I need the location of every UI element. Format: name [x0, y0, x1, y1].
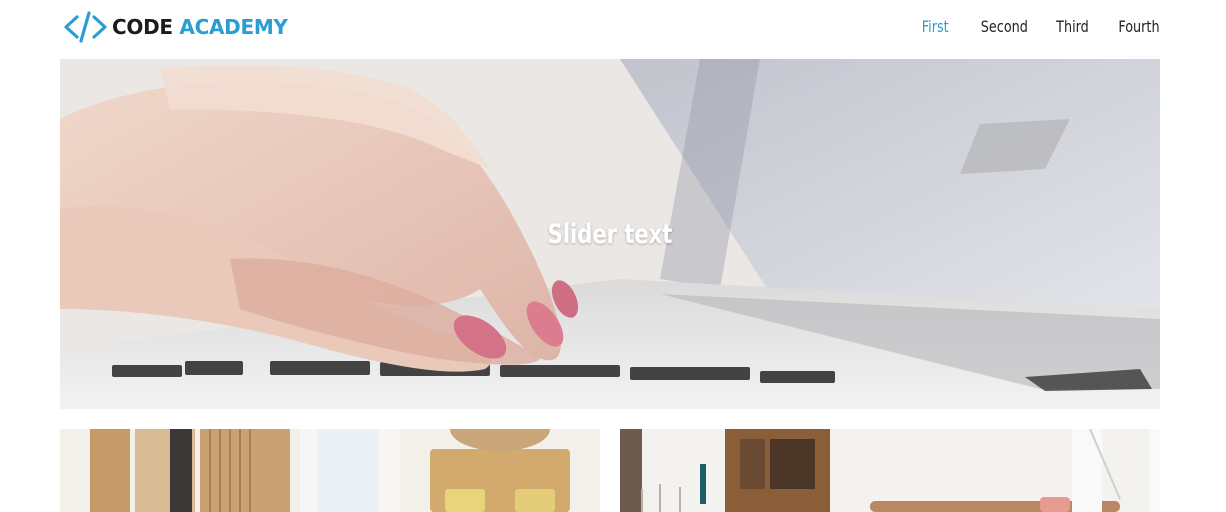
- nav-item-first[interactable]: First: [922, 16, 949, 38]
- main-nav: First Second Third Fourth: [915, 16, 1160, 38]
- living-room-image: [620, 429, 1160, 512]
- nav-item-third[interactable]: Third: [1056, 16, 1089, 38]
- logo-text-code: CODE: [112, 15, 173, 39]
- logo[interactable]: CODE ACADEMY: [63, 10, 288, 44]
- code-brackets-icon: [64, 11, 107, 43]
- logo-text-academy: ACADEMY: [179, 15, 288, 39]
- nav-item-second[interactable]: Second: [981, 16, 1028, 38]
- hero-slider[interactable]: Slider text: [60, 59, 1160, 409]
- slider-text: Slider text: [547, 219, 673, 250]
- bedroom-image: [60, 429, 600, 512]
- nav-item-fourth[interactable]: Fourth: [1119, 16, 1160, 38]
- card-bedroom[interactable]: [60, 429, 600, 512]
- logo-text: CODE ACADEMY: [112, 10, 288, 44]
- card-living-room[interactable]: [620, 429, 1160, 512]
- site-header: CODE ACADEMY First Second Third Fourth: [0, 0, 1226, 59]
